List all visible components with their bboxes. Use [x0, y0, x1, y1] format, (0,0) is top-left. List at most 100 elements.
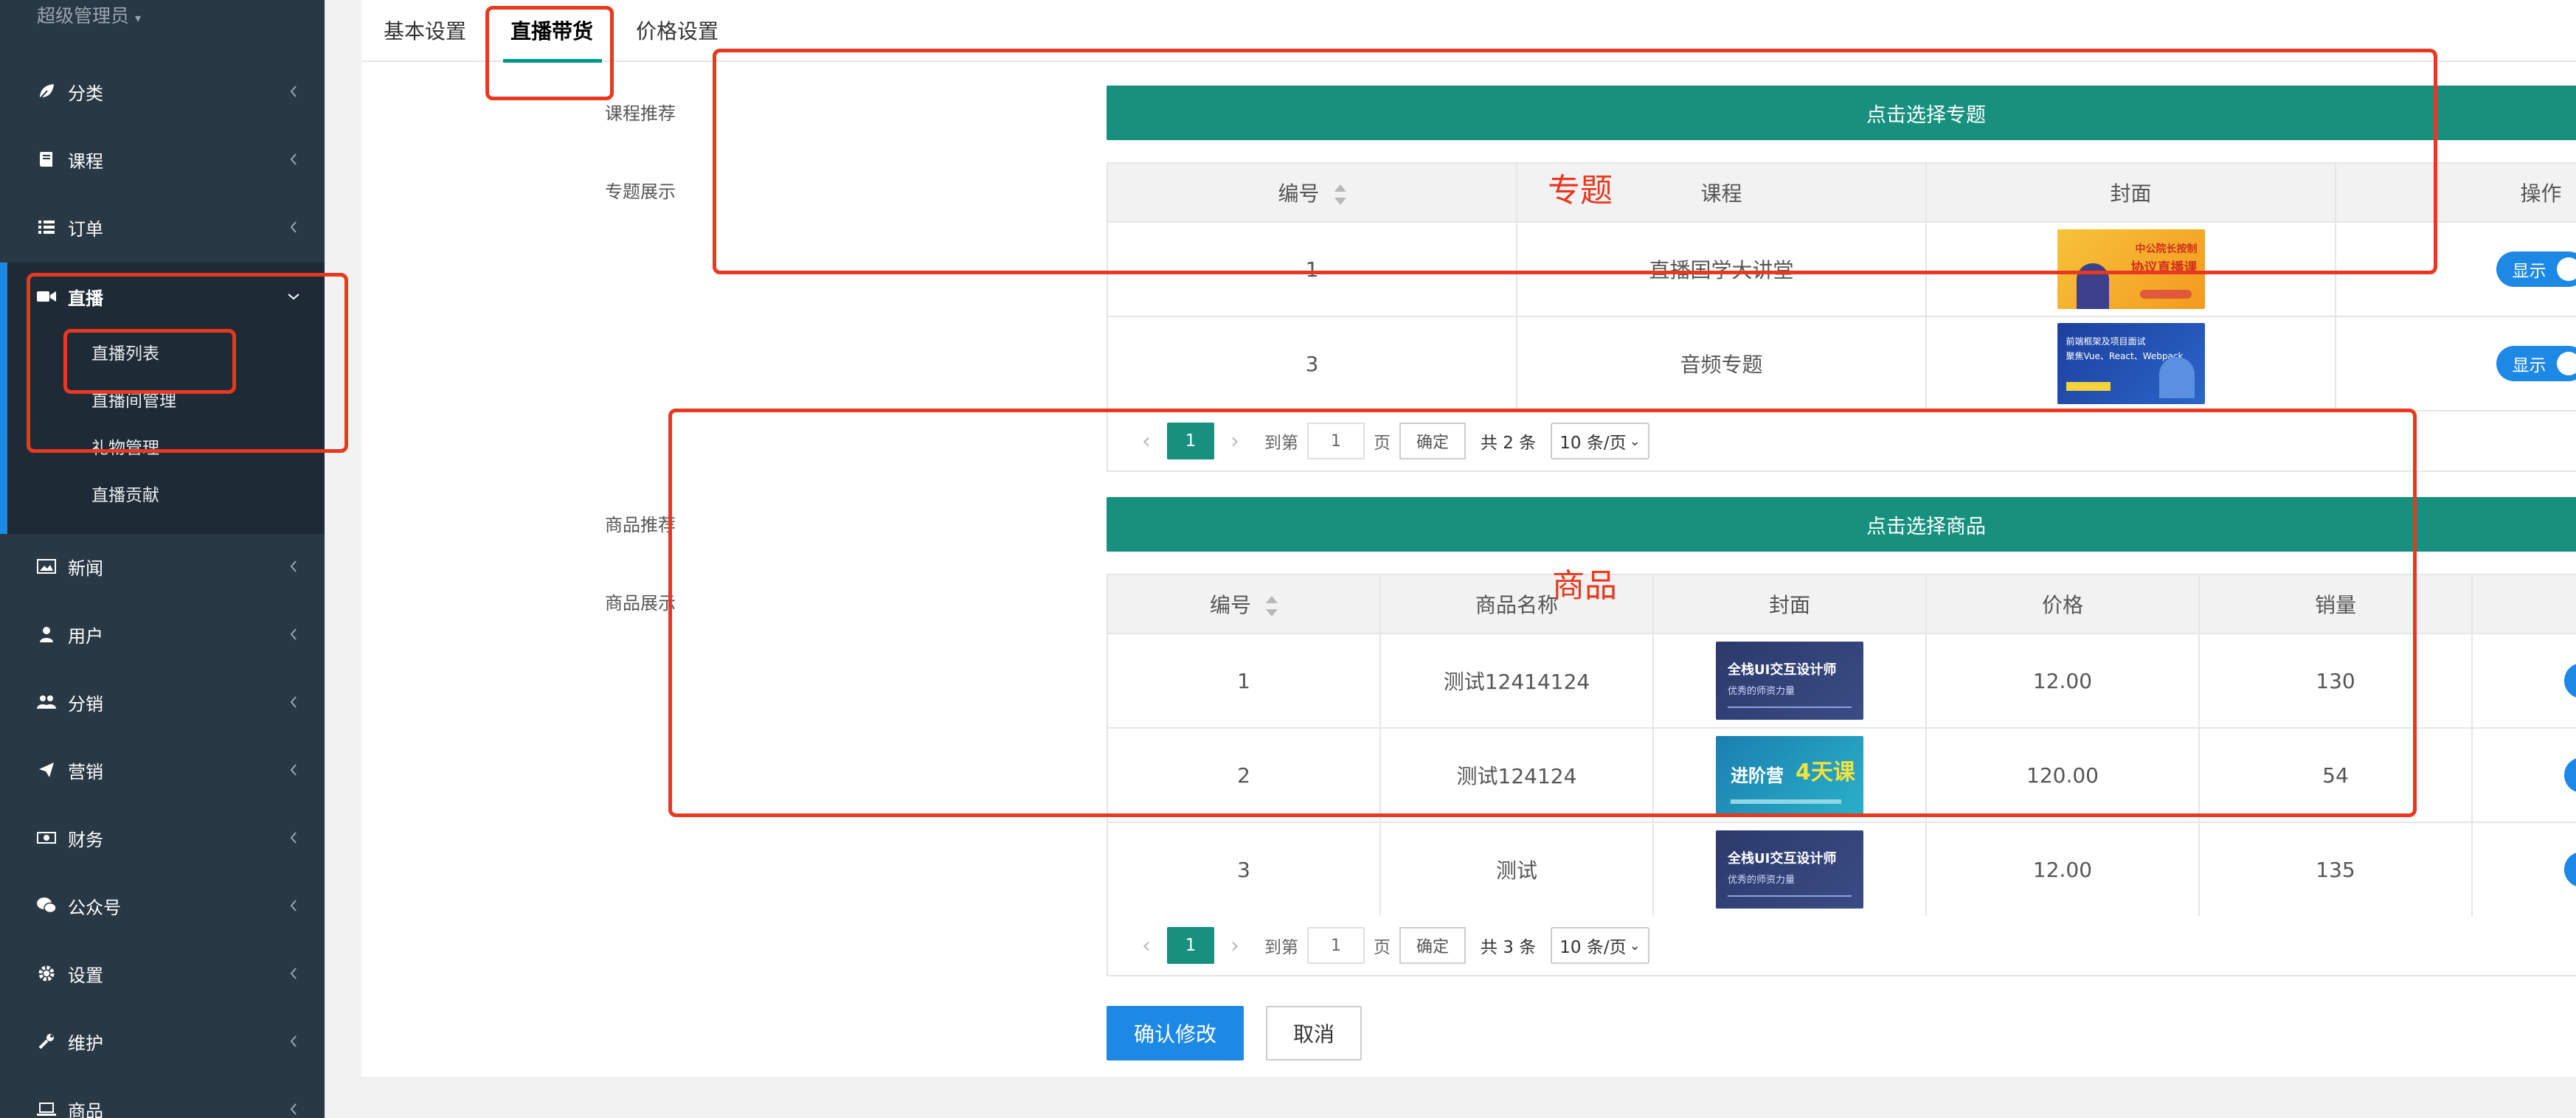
cell-action: 显示: [2335, 316, 2576, 412]
sidebar-item-label: 公众号: [68, 897, 121, 918]
chevron-left-icon: [286, 895, 301, 916]
chevron-left-icon: [286, 81, 301, 102]
cell-action: 显示: [2471, 633, 2576, 729]
annotation-box-live-list: [63, 329, 236, 394]
cell-cover: 前端框架及项目面试 聚焦Vue、React、Webpack: [1925, 316, 2336, 412]
sidebar-item-label: 分类: [68, 83, 103, 104]
sidebar-item-label: 设置: [68, 965, 103, 986]
sidebar-item-label: 用户: [68, 625, 103, 647]
chevron-left-icon: [286, 556, 301, 577]
cell-action: 显示: [2471, 822, 2576, 917]
display-toggle[interactable]: 显示: [2564, 852, 2576, 887]
sidebar-item-category[interactable]: 分类: [0, 58, 325, 125]
annotation-label-goods: 商品: [1552, 567, 1617, 605]
cell-sales: 135: [2198, 822, 2473, 917]
tab-basic-settings[interactable]: 基本设置: [384, 13, 466, 50]
sidebar-item-label: 商品: [68, 1100, 103, 1118]
sidebar-item-label: 订单: [68, 218, 103, 240]
sidebar-item-label: 课程: [68, 150, 103, 172]
sidebar-item-label: 财务: [68, 829, 103, 850]
sidebar-item-goods[interactable]: 商品: [0, 1075, 325, 1118]
leaf-icon: [34, 79, 59, 104]
wrench-icon: [34, 1029, 59, 1054]
display-toggle[interactable]: 显示: [2564, 757, 2576, 793]
sidebar-item-label: 维护: [68, 1032, 103, 1054]
chevron-left-icon: [286, 692, 301, 712]
gear-icon: [34, 961, 59, 986]
goto-confirm-button[interactable]: 确定: [1399, 927, 1466, 964]
annotation-label-topic: 专题: [1548, 172, 1613, 209]
sidebar-item-maintenance[interactable]: 维护: [0, 1007, 325, 1075]
chevron-left-icon: [286, 827, 301, 848]
book-icon: [34, 147, 59, 172]
tab-price-settings[interactable]: 价格设置: [636, 13, 719, 50]
cell-id: 3: [1107, 822, 1381, 917]
admin-user-menu[interactable]: 超级管理员 ▾: [37, 0, 141, 32]
image-icon: [34, 554, 59, 579]
annotation-box-topic: [713, 49, 2437, 274]
cell-cover: 全栈UI交互设计师 优秀的师资力量: [1652, 822, 1927, 917]
page-unit-label: 页: [1374, 938, 1391, 957]
caret-down-icon: ⌄: [1629, 937, 1641, 954]
chevron-left-icon: [286, 1031, 301, 1052]
prev-page-icon[interactable]: ‹: [1126, 933, 1167, 959]
sidebar-item-label: 分销: [68, 693, 103, 715]
chevron-left-icon: [286, 217, 301, 237]
caret-down-icon: ▾: [134, 11, 141, 25]
goods-display-label: 商品展示: [605, 593, 676, 614]
paper-plane-icon: [34, 757, 59, 782]
goto-page-input[interactable]: 1: [1307, 927, 1365, 964]
sidebar-item-settings[interactable]: 设置: [0, 940, 325, 1007]
cell-id: 3: [1107, 316, 1517, 412]
display-toggle[interactable]: 显示: [2564, 663, 2576, 698]
sidebar-item-user[interactable]: 用户: [0, 600, 325, 668]
sidebar-item-label: 营销: [68, 761, 103, 782]
sidebar-item-label: 新闻: [68, 558, 103, 579]
total-count: 共 3 条: [1481, 938, 1537, 957]
course-recommend-label: 课程推荐: [605, 103, 676, 124]
next-page-icon[interactable]: ›: [1214, 933, 1256, 959]
goods-recommend-label: 商品推荐: [605, 515, 676, 535]
column-header-action: 操作: [2471, 574, 2576, 634]
annotation-box-live-sales-tab: [485, 6, 614, 100]
confirm-edit-button[interactable]: 确认修改: [1107, 1006, 1244, 1060]
chevron-left-icon: [286, 1099, 301, 1118]
table-row: 3 音频专题 前端框架及项目面试 聚焦Vue、React、Webpack 显示: [1107, 316, 2576, 412]
chevron-left-icon: [286, 963, 301, 984]
topic-display-label: 专题展示: [605, 181, 676, 202]
cell-action: 显示: [2471, 727, 2576, 823]
sidebar-item-distribution[interactable]: 分销: [0, 668, 325, 736]
user-name: 超级管理员: [37, 5, 130, 27]
chevron-left-icon: [286, 149, 301, 170]
sidebar-item-order[interactable]: 订单: [0, 193, 325, 261]
cover-image: 全栈UI交互设计师 优秀的师资力量: [1716, 830, 1863, 909]
sidebar-item-news[interactable]: 新闻: [0, 532, 325, 600]
sidebar-item-finance[interactable]: 财务: [0, 804, 325, 872]
wechat-icon: [34, 893, 59, 918]
users-icon: [34, 690, 59, 715]
sidebar-item-course[interactable]: 课程: [0, 125, 325, 193]
laptop-icon: [34, 1097, 59, 1118]
annotation-box-goods: [668, 409, 2417, 817]
display-toggle[interactable]: 显示: [2496, 251, 2576, 287]
cell-course-name: 音频专题: [1516, 316, 1927, 412]
cancel-button[interactable]: 取消: [1266, 1006, 1362, 1060]
display-toggle[interactable]: 显示: [2496, 346, 2576, 381]
cell-goods-name: 测试: [1379, 822, 1654, 917]
money-icon: [34, 825, 59, 850]
list-icon: [34, 215, 59, 240]
sidebar-item-wechat[interactable]: 公众号: [0, 872, 325, 940]
goto-label: 到第: [1264, 938, 1298, 957]
cell-price: 12.00: [1925, 822, 2200, 917]
goods-pagination: ‹ 1 › 到第 1 页 确定 共 3 条 10 条/页 ⌄: [1107, 916, 2576, 976]
sidebar: 超级管理员 ▾ 分类 课程 订单 直播 直播列表 直播间管理 礼物管理 直播贡献…: [0, 0, 325, 1118]
sidebar-item-marketing[interactable]: 营销: [0, 736, 325, 804]
sidebar-sub-contribution[interactable]: 直播贡献: [91, 475, 159, 516]
cover-image: 前端框架及项目面试 聚焦Vue、React、Webpack: [2057, 323, 2205, 404]
current-page[interactable]: 1: [1167, 927, 1214, 964]
table-row: 3 测试 全栈UI交互设计师 优秀的师资力量 12.00 135 显示: [1107, 822, 2576, 917]
user-icon: [34, 622, 59, 647]
chevron-left-icon: [286, 624, 301, 645]
page-size-select[interactable]: 10 条/页 ⌄: [1551, 927, 1649, 964]
chevron-left-icon: [286, 760, 301, 780]
